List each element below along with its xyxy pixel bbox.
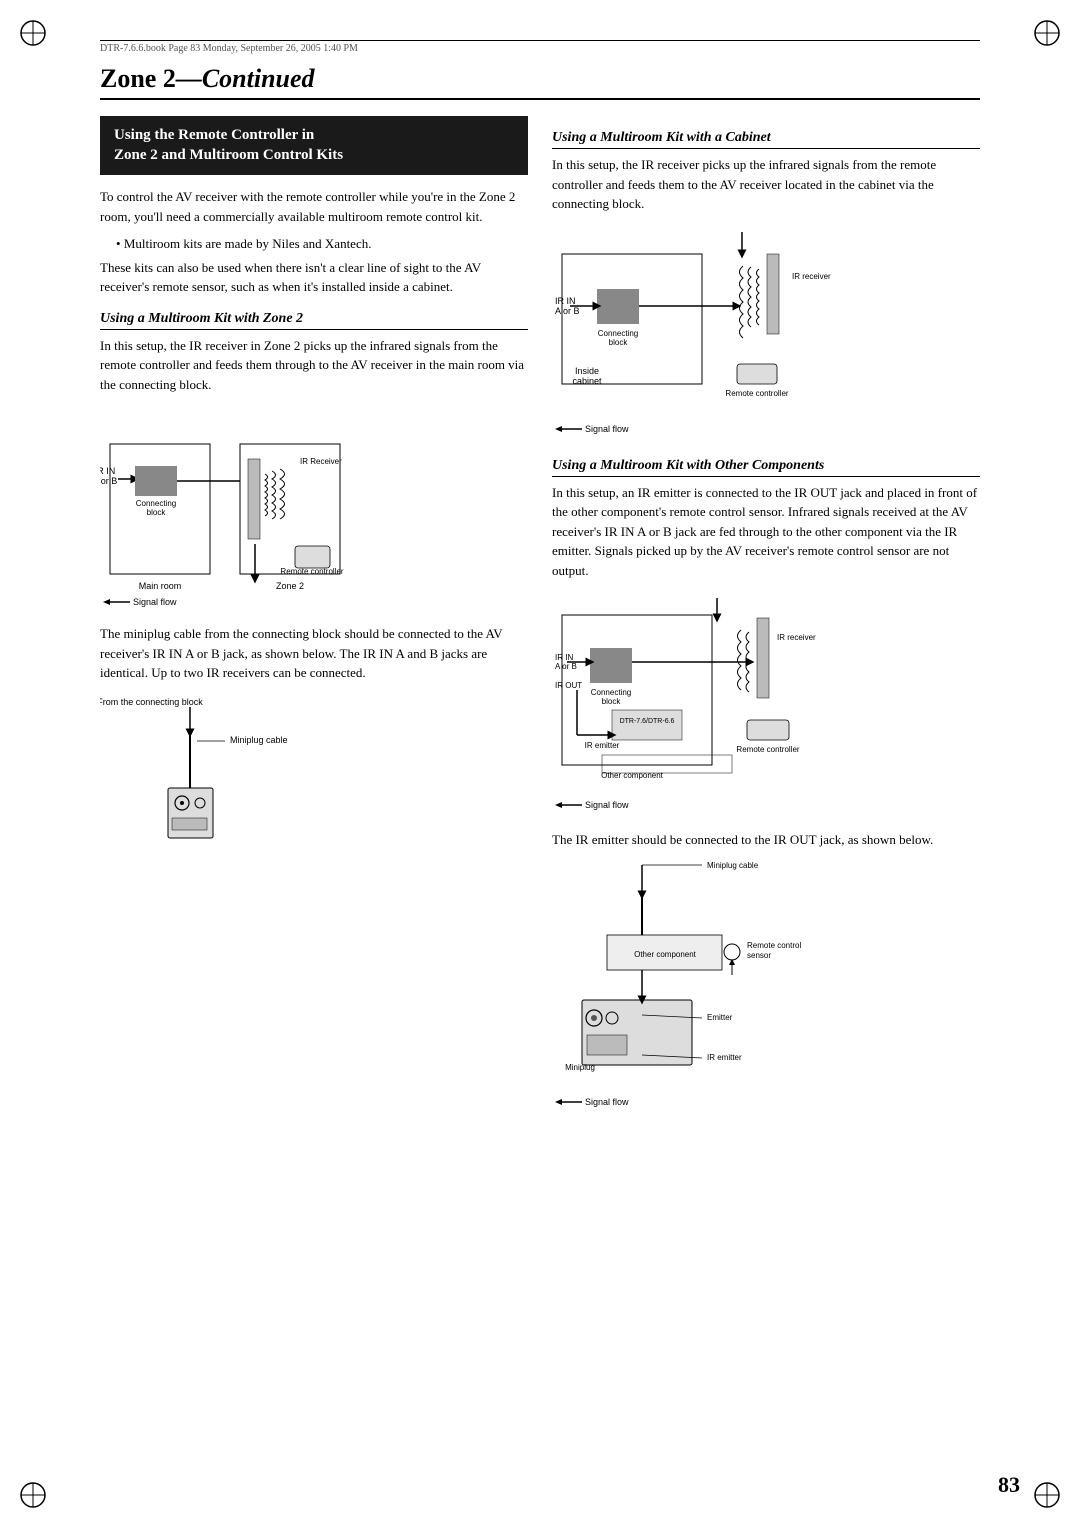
subsec-cabinet-text: In this setup, the IR receiver picks up … [552, 155, 980, 214]
diagram-other-svg: IR receiver IR IN A or B IR OUT Connecti… [552, 590, 842, 820]
svg-text:Remote control: Remote control [747, 941, 801, 950]
svg-text:Emitter: Emitter [707, 1013, 733, 1022]
section-box-line2: Zone 2 and Multiroom Control Kits [114, 147, 343, 163]
diagram2-svg: From the connecting block Miniplug cable [100, 693, 320, 863]
subsec1-heading: Using a Multiroom Kit with Zone 2 [100, 311, 528, 330]
svg-text:sensor: sensor [747, 951, 771, 960]
svg-text:DTR-7.6/DTR-6.6: DTR-7.6/DTR-6.6 [620, 718, 675, 725]
diagram-other-components: IR receiver IR IN A or B IR OUT Connecti… [552, 590, 980, 820]
corner-mark-tr [1032, 18, 1062, 48]
svg-text:A or B: A or B [555, 306, 580, 316]
subsec1-text: In this setup, the IR receiver in Zone 2… [100, 336, 528, 395]
svg-text:IR emitter: IR emitter [707, 1053, 742, 1062]
svg-text:IR receiver: IR receiver [777, 633, 816, 642]
svg-text:Signal flow: Signal flow [133, 597, 177, 607]
svg-text:Remote controller: Remote controller [725, 389, 788, 398]
subsec-cabinet-heading: Using a Multiroom Kit with a Cabinet [552, 130, 980, 149]
corner-mark-br [1032, 1480, 1062, 1510]
svg-text:A or B: A or B [555, 662, 577, 671]
svg-text:Signal flow: Signal flow [585, 424, 629, 434]
svg-text:Zone 2: Zone 2 [276, 581, 304, 591]
page-title-zone: Zone 2 [100, 64, 176, 93]
diagram-cabinet-svg: IR receiver IR IN A or B Connecting bloc… [552, 224, 842, 444]
page-number: 83 [998, 1472, 1020, 1498]
svg-text:block: block [147, 508, 167, 517]
diagram-zone2-multiroom: IR IN A or B Connecting block [100, 404, 528, 614]
intro-text: To control the AV receiver with the remo… [100, 187, 528, 226]
follow-text: These kits can also be used when there i… [100, 258, 528, 297]
left-column: Using the Remote Controller in Zone 2 an… [100, 116, 528, 1130]
section-box-line1: Using the Remote Controller in [114, 127, 314, 143]
page-title-suffix: —Continued [176, 64, 315, 93]
svg-text:Signal flow: Signal flow [585, 1097, 629, 1107]
diagram-ir-emitter: Miniplug cable Other component Remote co… [552, 860, 980, 1120]
svg-text:Main room: Main room [139, 581, 182, 591]
svg-text:Remote controller: Remote controller [736, 745, 799, 754]
svg-text:A or B: A or B [100, 476, 117, 486]
subsec2-text: The miniplug cable from the connecting b… [100, 624, 528, 683]
page-title: Zone 2—Continued [100, 64, 980, 100]
subsec3-text: The IR emitter should be connected to th… [552, 830, 980, 850]
subsec-other-heading: Using a Multiroom Kit with Other Compone… [552, 458, 980, 477]
svg-text:IR IN: IR IN [555, 653, 573, 662]
svg-text:IR IN: IR IN [100, 466, 115, 476]
svg-text:Remote controller: Remote controller [280, 567, 343, 576]
svg-text:Miniplug: Miniplug [565, 1063, 595, 1072]
svg-text:Inside: Inside [575, 366, 599, 376]
file-info-text: DTR-7.6.6.book Page 83 Monday, September… [100, 43, 358, 54]
corner-mark-tl [18, 18, 48, 48]
section-box-title: Using the Remote Controller in Zone 2 an… [114, 126, 514, 165]
svg-text:IR Receiver: IR Receiver [300, 457, 342, 466]
svg-text:block: block [602, 697, 622, 706]
two-column-layout: Using the Remote Controller in Zone 2 an… [100, 116, 980, 1130]
svg-text:Miniplug cable: Miniplug cable [707, 861, 759, 870]
svg-text:cabinet: cabinet [572, 376, 602, 386]
header-info: DTR-7.6.6.book Page 83 Monday, September… [100, 40, 980, 56]
subsec-other-heading-text: Using a Multiroom Kit with Other Compone… [552, 458, 824, 473]
svg-text:IR emitter: IR emitter [585, 741, 620, 750]
diagram-miniplug: From the connecting block Miniplug cable [100, 693, 528, 863]
corner-mark-bl [18, 1480, 48, 1510]
subsec-other-text: In this setup, an IR emitter is connecte… [552, 483, 980, 581]
bullet-item: Multiroom kits are made by Niles and Xan… [116, 234, 528, 254]
svg-text:IR OUT: IR OUT [555, 681, 582, 690]
svg-text:Connecting: Connecting [598, 329, 638, 338]
svg-text:IR receiver: IR receiver [792, 272, 831, 281]
section-box: Using the Remote Controller in Zone 2 an… [100, 116, 528, 175]
svg-text:From the connecting block: From the connecting block [100, 697, 203, 707]
diagram-cabinet: IR receiver IR IN A or B Connecting bloc… [552, 224, 980, 444]
page: DTR-7.6.6.book Page 83 Monday, September… [0, 0, 1080, 1528]
svg-text:IR IN: IR IN [555, 296, 576, 306]
svg-text:Signal flow: Signal flow [585, 800, 629, 810]
right-column: Using a Multiroom Kit with a Cabinet In … [552, 116, 980, 1130]
svg-text:block: block [609, 338, 629, 347]
svg-text:Other component: Other component [601, 771, 664, 780]
diagram-ir-emitter-svg: Miniplug cable Other component Remote co… [552, 860, 842, 1120]
diagram1-svg: IR IN A or B Connecting block [100, 404, 390, 614]
svg-text:Other component: Other component [634, 950, 697, 959]
svg-text:Connecting: Connecting [136, 499, 176, 508]
svg-text:Connecting: Connecting [591, 688, 631, 697]
svg-text:Miniplug cable: Miniplug cable [230, 735, 288, 745]
